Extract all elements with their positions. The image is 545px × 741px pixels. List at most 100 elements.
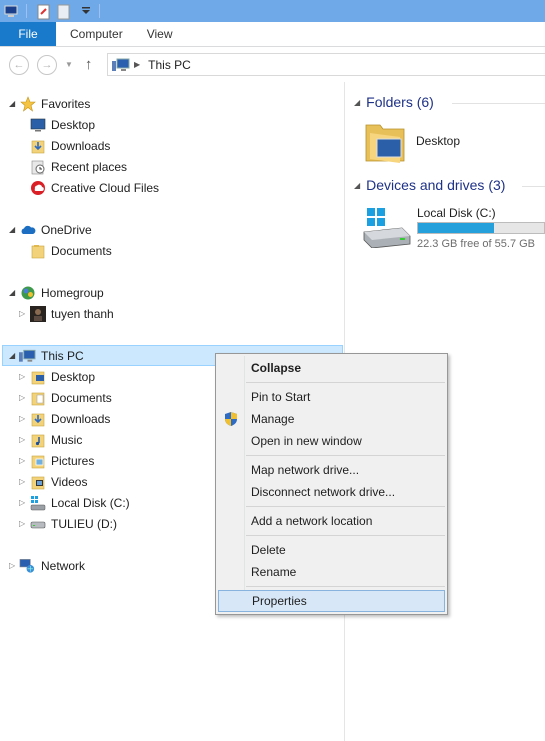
group-title: Folders (6) bbox=[366, 94, 434, 110]
forward-button[interactable]: → bbox=[37, 54, 57, 75]
menu-item-delete[interactable]: Delete bbox=[218, 539, 445, 561]
collapsed-arrow-icon[interactable]: ▷ bbox=[19, 372, 29, 381]
menu-separator bbox=[246, 382, 445, 383]
menu-item-collapse[interactable]: Collapse bbox=[218, 357, 445, 379]
expanded-arrow-icon[interactable]: ◢ bbox=[9, 99, 19, 108]
nav-label: Downloads bbox=[51, 138, 111, 153]
group-collapse-icon[interactable]: ◢ bbox=[354, 98, 360, 107]
collapsed-arrow-icon[interactable]: ▷ bbox=[19, 498, 29, 507]
nav-this-pc[interactable]: ◢ This PC bbox=[9, 345, 84, 366]
nav-label: tuyen thanh bbox=[51, 306, 114, 321]
toolbar-separator bbox=[26, 4, 27, 18]
breadcrumb-chevron-icon[interactable]: ▶ bbox=[134, 60, 140, 69]
group-collapse-icon[interactable]: ◢ bbox=[354, 181, 360, 190]
ribbon-tabs: File Computer View bbox=[0, 22, 545, 47]
tab-view[interactable]: View bbox=[135, 22, 185, 46]
nav-label: Desktop bbox=[51, 117, 96, 132]
tab-computer[interactable]: Computer bbox=[58, 22, 135, 46]
menu-item-map-network-drive[interactable]: Map network drive... bbox=[218, 459, 445, 481]
breadcrumb-this-pc[interactable]: This PC bbox=[148, 58, 191, 72]
nav-this-pc-videos[interactable]: ▷ Videos bbox=[19, 471, 87, 492]
nav-label: Local Disk (C:) bbox=[51, 495, 130, 510]
nav-homegroup[interactable]: ◢ Homegroup bbox=[9, 282, 104, 303]
group-header-folders[interactable]: ◢ Folders (6) bbox=[354, 94, 434, 110]
nav-onedrive[interactable]: ◢ OneDrive bbox=[9, 219, 92, 240]
nav-onedrive-documents[interactable]: Documents bbox=[29, 240, 112, 261]
back-button[interactable]: ← bbox=[9, 54, 29, 75]
collapsed-arrow-icon[interactable]: ▷ bbox=[19, 456, 29, 465]
menu-item-manage[interactable]: Manage bbox=[218, 408, 445, 430]
creative-cloud-icon bbox=[29, 180, 46, 196]
downloads-icon bbox=[29, 411, 46, 427]
system-drive-icon bbox=[29, 495, 46, 511]
nav-favorites-recent-places[interactable]: Recent places bbox=[29, 156, 127, 177]
nav-label: Pictures bbox=[51, 453, 95, 468]
nav-this-pc-local-disk[interactable]: ▷ Local Disk (C:) bbox=[19, 492, 130, 513]
nav-label: Desktop bbox=[51, 369, 96, 384]
collapsed-arrow-icon[interactable]: ▷ bbox=[9, 561, 19, 570]
drive-item-local-disk[interactable]: Local Disk (C:) 22.3 GB free of 55.7 GB bbox=[362, 204, 545, 252]
nav-favorites-creative-cloud[interactable]: Creative Cloud Files bbox=[29, 177, 159, 198]
collapsed-arrow-icon[interactable]: ▷ bbox=[19, 477, 29, 486]
menu-item-open-new-window[interactable]: Open in new window bbox=[218, 430, 445, 452]
customize-toolbar-icon[interactable] bbox=[81, 4, 91, 18]
computer-icon[interactable] bbox=[4, 4, 20, 18]
navigation-bar: ← → ▼ ↑ ▶ This PC bbox=[0, 48, 545, 81]
desktop-folder-large-icon bbox=[364, 117, 408, 165]
collapsed-arrow-icon[interactable]: ▷ bbox=[19, 519, 29, 528]
nav-this-pc-tulieu[interactable]: ▷ TULIEU (D:) bbox=[19, 513, 117, 534]
folder-item-desktop[interactable]: Desktop bbox=[364, 116, 544, 166]
nav-favorites-desktop[interactable]: Desktop bbox=[29, 114, 95, 135]
group-divider bbox=[452, 103, 545, 104]
collapsed-arrow-icon[interactable]: ▷ bbox=[19, 435, 29, 444]
menu-separator bbox=[246, 586, 445, 587]
menu-item-pin-to-start[interactable]: Pin to Start bbox=[218, 386, 445, 408]
title-bar bbox=[0, 0, 545, 22]
group-header-devices[interactable]: ◢ Devices and drives (3) bbox=[354, 177, 505, 193]
nav-favorites-downloads[interactable]: Downloads bbox=[29, 135, 110, 156]
nav-favorites[interactable]: ◢ Favorites bbox=[9, 93, 90, 114]
nav-network[interactable]: ▷ Network bbox=[9, 555, 85, 576]
properties-icon[interactable] bbox=[37, 4, 53, 20]
shield-icon bbox=[223, 411, 239, 427]
onedrive-icon bbox=[19, 222, 36, 238]
expanded-arrow-icon[interactable]: ◢ bbox=[9, 288, 19, 297]
expanded-arrow-icon[interactable]: ◢ bbox=[9, 351, 19, 360]
menu-item-rename[interactable]: Rename bbox=[218, 561, 445, 583]
nav-this-pc-downloads[interactable]: ▷ Downloads bbox=[19, 408, 110, 429]
nav-label: Documents bbox=[51, 390, 112, 405]
folder-icon bbox=[29, 243, 46, 259]
homegroup-icon bbox=[19, 285, 36, 301]
menu-item-properties[interactable]: Properties bbox=[218, 590, 445, 612]
system-drive-large-icon bbox=[362, 206, 412, 249]
recent-places-icon bbox=[29, 159, 46, 175]
tab-file[interactable]: File bbox=[0, 22, 56, 46]
nav-this-pc-music[interactable]: ▷ Music bbox=[19, 429, 82, 450]
drive-name: Local Disk (C:) bbox=[417, 206, 496, 220]
nav-label: OneDrive bbox=[41, 222, 92, 237]
collapsed-arrow-icon[interactable]: ▷ bbox=[19, 414, 29, 423]
collapsed-arrow-icon[interactable]: ▷ bbox=[19, 309, 29, 318]
menu-item-disconnect-network-drive[interactable]: Disconnect network drive... bbox=[218, 481, 445, 503]
address-bar[interactable]: ▶ This PC bbox=[107, 53, 545, 76]
drive-free-space: 22.3 GB free of 55.7 GB bbox=[417, 238, 536, 250]
nav-homegroup-user[interactable]: ▷ tuyen thanh bbox=[19, 303, 114, 324]
desktop-icon bbox=[29, 117, 46, 133]
menu-item-add-network-location[interactable]: Add a network location bbox=[218, 510, 445, 532]
music-folder-icon bbox=[29, 432, 46, 448]
nav-label: Documents bbox=[51, 243, 112, 258]
nav-this-pc-pictures[interactable]: ▷ Pictures bbox=[19, 450, 94, 471]
nav-label: This PC bbox=[41, 348, 84, 363]
expanded-arrow-icon[interactable]: ◢ bbox=[9, 225, 19, 234]
nav-label: TULIEU (D:) bbox=[51, 516, 117, 531]
collapsed-arrow-icon[interactable]: ▷ bbox=[19, 393, 29, 402]
new-folder-icon[interactable] bbox=[57, 4, 73, 20]
nav-label: Recent places bbox=[51, 159, 128, 174]
nav-label: Downloads bbox=[51, 411, 111, 426]
nav-this-pc-desktop[interactable]: ▷ Desktop bbox=[19, 366, 95, 387]
nav-this-pc-documents[interactable]: ▷ Documents bbox=[19, 387, 112, 408]
recent-locations-icon[interactable]: ▼ bbox=[65, 60, 73, 69]
group-divider bbox=[522, 186, 545, 187]
drive-usage-fill bbox=[418, 223, 494, 233]
up-button[interactable]: ↑ bbox=[85, 56, 93, 73]
